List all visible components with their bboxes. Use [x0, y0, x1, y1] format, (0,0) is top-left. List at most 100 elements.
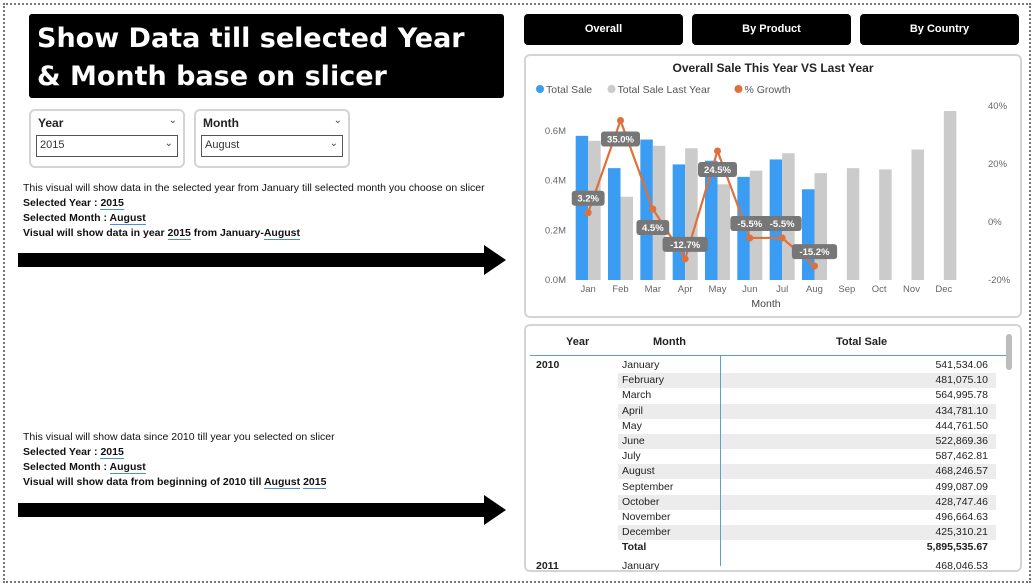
month-slicer: Month ⌄ August ⌄: [194, 109, 350, 168]
title-banner: Show Data till selected Year & Month bas…: [29, 14, 504, 98]
page-title: Show Data till selected Year & Month bas…: [37, 23, 465, 92]
y-left-tick-label: 0.4M: [545, 176, 566, 187]
selected-year-value: 2015: [100, 446, 124, 459]
total-sale-cell: 428,747.46: [935, 495, 988, 508]
x-tick-label: Jun: [742, 284, 757, 295]
y-left-tick-label: 0.2M: [545, 225, 566, 236]
col-header-month[interactable]: Month: [653, 336, 686, 348]
month-cell: November: [622, 511, 671, 523]
x-tick-label: Mar: [645, 284, 661, 295]
growth-data-label: -12.7%: [670, 240, 701, 251]
total-sale-cell: 425,310.21: [935, 526, 988, 539]
arrow-right-icon: [18, 495, 506, 525]
sales-combo-chart[interactable]: Overall Sale This Year VS Last Year Total…: [526, 56, 1020, 316]
x-tick-label: Nov: [903, 284, 920, 295]
growth-point-may: [714, 147, 721, 155]
total-sale-cell: 434,781.10: [935, 404, 988, 417]
selected-year-line: Selected Year : 2015: [23, 446, 124, 459]
table-year-cell: 2010: [536, 359, 560, 371]
legend-marker: [536, 85, 544, 93]
total-sale-cell: 444,761.50: [935, 419, 988, 432]
chart-title: Overall Sale This Year VS Last Year: [672, 61, 873, 75]
sales-table-card: Year Month Total Sale 2010 January 541,534…: [524, 324, 1022, 572]
by-country-button[interactable]: By Country: [860, 14, 1019, 45]
vertical-scrollbar[interactable]: [1006, 334, 1012, 370]
table-row[interactable]: June 522,869.36: [618, 434, 996, 449]
arrow-right-icon: [18, 245, 506, 275]
growth-point-feb: [617, 117, 624, 124]
legend-marker: [734, 85, 743, 93]
summary-line: Visual will show data from beginning of …: [23, 476, 327, 489]
info-block-1: This visual will show data in the select…: [23, 181, 485, 241]
overall-button[interactable]: Overall: [524, 14, 683, 45]
bar-last-year-feb: [620, 196, 633, 280]
month-cell: January: [622, 559, 660, 572]
legend-label: % Growth: [745, 84, 791, 96]
x-tick-label: Jan: [581, 284, 596, 295]
growth-data-label: 4.5%: [642, 223, 664, 234]
month-cell: April: [622, 404, 644, 417]
growth-point-jun: [746, 234, 754, 242]
summary-line: Visual will show data in year 2015 from …: [23, 227, 300, 240]
total-sale-cell: 468,046.53: [935, 559, 988, 572]
bar-total-sale-jan: [575, 135, 589, 280]
table-row[interactable]: January 541,534.06: [618, 358, 996, 373]
by-product-button[interactable]: By Product: [692, 14, 851, 45]
total-sale-cell: 481,075.10: [935, 374, 988, 387]
col-header-total-sale[interactable]: Total Sale: [836, 336, 887, 348]
month-dropdown[interactable]: August ⌄: [201, 135, 343, 157]
table-row[interactable]: July 587,462.81: [618, 449, 996, 464]
legend-marker: [607, 85, 616, 93]
month-cell: June: [622, 435, 645, 447]
chevron-down-icon: ⌄: [164, 138, 173, 149]
chevron-down-icon[interactable]: ⌄: [334, 115, 342, 126]
month-cell: August: [622, 465, 655, 478]
header-divider: [530, 355, 1006, 356]
month-dropdown-value: August: [205, 139, 240, 151]
legend-label: Total Sale Last Year: [618, 84, 711, 96]
selected-month-value: August: [109, 212, 146, 225]
x-tick-label: Dec: [935, 284, 952, 295]
bar-last-year-oct: [879, 169, 892, 280]
total-sale-cell: 496,664.63: [935, 511, 988, 523]
year-slicer: Year ⌄ 2015 ⌄: [29, 109, 185, 168]
month-slicer-label: Month: [203, 116, 239, 130]
table-row[interactable]: August 468,246.57: [618, 464, 996, 480]
total-label: Total: [622, 541, 647, 554]
x-tick-label: Oct: [872, 284, 887, 295]
table-row[interactable]: October 428,747.46: [618, 494, 996, 510]
info-block-2: This visual will show data since 2010 ti…: [23, 430, 335, 490]
chevron-down-icon[interactable]: ⌄: [169, 115, 177, 126]
total-sale-cell: 541,534.06: [935, 359, 988, 371]
x-tick-label: Aug: [806, 284, 823, 295]
table-row[interactable]: February 481,075.10: [618, 373, 996, 389]
selected-year-line: Selected Year : 2015: [23, 197, 124, 210]
info-description: This visual will show data in the select…: [23, 182, 485, 194]
selected-month-line: Selected Month : August: [23, 212, 146, 225]
month-cell: September: [622, 480, 674, 493]
table-row: January 468,046.53: [618, 559, 996, 572]
table-row[interactable]: April 434,781.10: [618, 403, 996, 419]
selected-month-value: August: [109, 461, 146, 474]
growth-data-label: 35.0%: [607, 135, 634, 146]
total-sale-cell: 468,246.57: [935, 465, 988, 478]
table-row[interactable]: March 564,995.78: [618, 388, 996, 403]
y-right-tick-label: 20%: [988, 159, 1008, 170]
month-cell: March: [622, 389, 652, 402]
bar-total-sale-feb: [608, 168, 621, 280]
table-total-row: Total 5,895,535.67: [618, 540, 996, 555]
year-dropdown[interactable]: 2015 ⌄: [36, 135, 178, 157]
y-left-tick-label: 0.6M: [545, 126, 566, 137]
x-tick-label: Sep: [838, 284, 855, 295]
total-value: 5,895,535.67: [926, 541, 988, 554]
table-row[interactable]: May 444,761.50: [618, 419, 996, 434]
month-cell: May: [622, 419, 642, 432]
table-row[interactable]: September 499,087.09: [618, 480, 996, 495]
table-row[interactable]: December 425,310.21: [618, 525, 996, 541]
y-right-tick-label: 0%: [988, 217, 1002, 228]
col-header-year[interactable]: Year: [566, 336, 589, 348]
table-row[interactable]: November 496,664.63: [618, 510, 996, 525]
chevron-down-icon: ⌄: [329, 138, 338, 149]
bar-last-year-nov: [911, 149, 924, 280]
bar-total-sale-apr: [672, 164, 686, 280]
